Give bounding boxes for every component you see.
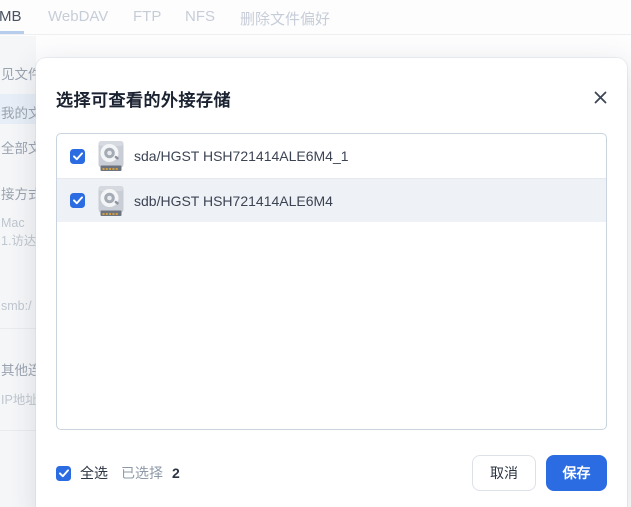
storage-row-sda[interactable]: sda/HGST HSH721414ALE6M4_1 [57,134,606,178]
sidebar-item-finder: 1.访达 [1,234,36,248]
external-storage-dialog: 选择可查看的外接存储 sda/HGST HSH721414ALE6M4_1 sd… [36,58,627,507]
sidebar-item-ip-address: IP地址 [1,393,36,407]
settings-tabbar: SMB WebDAV FTP NFS 删除文件偏好 [0,0,631,36]
sidebar-item-common-files[interactable]: 见文件 [1,63,36,83]
sidebar-item-all-files[interactable]: 全部文 [1,137,36,157]
hard-disk-icon [97,185,125,217]
selected-label: 已选择 [121,465,163,481]
tab-webdav[interactable]: WebDAV [48,8,108,25]
storage-row-label: sdb/HGST HSH721414ALE6M4 [134,192,333,209]
selected-count: 2 [172,465,180,481]
save-button[interactable]: 保存 [546,455,607,491]
select-all-label: 全选 [80,465,108,481]
sidebar-item-mac: Mac [1,216,25,230]
select-all-checkbox[interactable] [56,465,71,481]
storage-row-label: sda/HGST HSH721414ALE6M4_1 [134,148,349,164]
sidebar-divider [0,430,36,431]
storage-row-sdb[interactable]: sdb/HGST HSH721414ALE6M4 [57,178,606,222]
close-icon[interactable] [589,86,611,108]
tabbar-divider [0,34,631,35]
tab-ftp[interactable]: FTP [133,8,161,25]
tab-smb-label: SMB [0,8,22,25]
checkbox-checked-icon[interactable] [70,148,85,164]
tab-delete-file-preference[interactable]: 删除文件偏好 [240,8,330,29]
sidebar-section-connect-method: 接方式 [1,187,36,202]
sidebar-item-smb-url: smb:/ [1,299,32,313]
hard-disk-icon [97,140,125,172]
tab-smb[interactable]: SMB [0,8,24,34]
cancel-button[interactable]: 取消 [472,455,536,491]
tab-nfs[interactable]: NFS [185,8,215,25]
storage-list: sda/HGST HSH721414ALE6M4_1 sdb/HGST HSH7… [56,133,607,430]
sidebar-strip: 见文件 我的文 全部文 接方式 Mac 1.访达 smb:/ 其他连 IP地址 [0,36,36,507]
sidebar-item-my-files[interactable]: 我的文 [1,102,36,122]
sidebar-divider [0,328,36,329]
dialog-title: 选择可查看的外接存储 [56,91,231,110]
checkbox-checked-icon[interactable] [70,193,85,208]
dialog-footer: 全选 已选择 2 取消 保存 [56,455,607,491]
sidebar-section-other-connections: 其他连 [1,363,36,378]
